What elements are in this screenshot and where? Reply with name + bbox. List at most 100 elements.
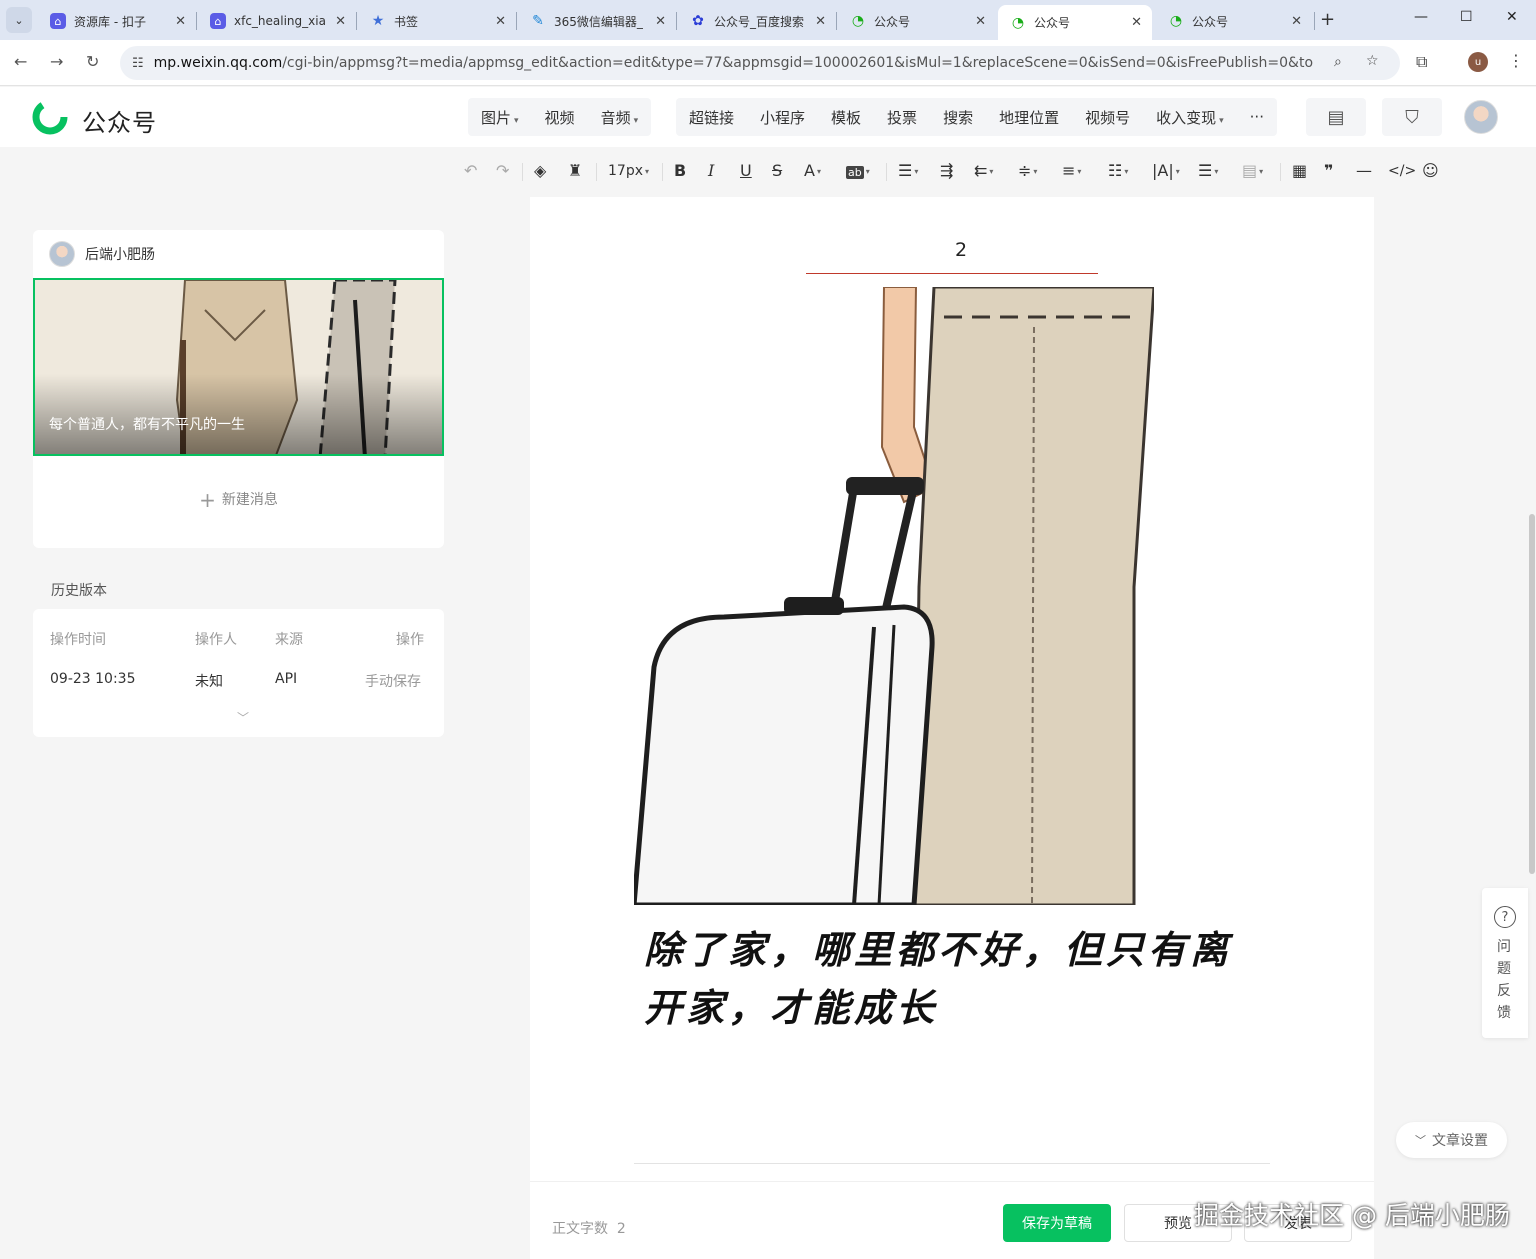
feedback-button[interactable]: ? 问题反馈 [1482, 888, 1528, 1038]
align-icon[interactable]: ☰ ▾ [898, 161, 918, 180]
bookmark-star-icon: ★ [371, 13, 385, 29]
more-icon[interactable]: ··· [1237, 108, 1277, 126]
underline-icon[interactable]: U [740, 161, 752, 180]
security-shield-icon[interactable]: ⛉ [1382, 98, 1442, 136]
insert-vote-button[interactable]: 投票 [874, 107, 930, 128]
article-editor[interactable]: 2 除了家，哪里都不好，但只有离开家，才能成长 正文字数 2 保存为草稿 预览 … [530, 197, 1374, 1259]
divider-icon[interactable]: — [1356, 161, 1372, 180]
line-height-icon[interactable]: ≑ ▾ [1018, 161, 1037, 180]
close-icon[interactable]: ✕ [975, 14, 986, 29]
forward-arrow-icon[interactable]: → [50, 52, 63, 71]
font-color-icon[interactable]: A ▾ [804, 161, 821, 180]
undo-icon[interactable]: ↶ [464, 161, 477, 180]
outdent-icon[interactable]: ⇇ ▾ [974, 161, 993, 180]
indent-icon[interactable]: ⇶ [940, 161, 953, 180]
monetization-menu[interactable]: 收入变现 ▾ [1143, 107, 1237, 128]
bookmark-star-icon[interactable]: ☆ [1366, 53, 1379, 69]
help-question-icon: ? [1494, 906, 1516, 928]
article-illustration [634, 287, 1154, 905]
browser-tab[interactable]: ⌂ xfc_healing_xia ✕ [198, 6, 356, 36]
maximize-icon[interactable]: ☐ [1460, 9, 1473, 25]
window-close-icon[interactable]: ✕ [1506, 9, 1518, 25]
close-icon[interactable]: ✕ [1131, 15, 1142, 30]
article-quote-text: 除了家，哪里都不好，但只有离开家，才能成长 [644, 927, 1233, 1030]
browser-tab[interactable]: ⌂ 资源库 - 扣子 ✕ [38, 6, 196, 36]
close-icon[interactable]: ✕ [495, 14, 506, 29]
insert-search-button[interactable]: 搜索 [930, 107, 986, 128]
browser-tab-bar: ⌄ ⌂ 资源库 - 扣子 ✕ ⌂ xfc_healing_xia ✕ ★ 书签 … [0, 0, 1536, 40]
table-icon[interactable]: ▦ [1292, 161, 1307, 180]
indent-spacing-icon[interactable]: ☷ ▾ [1108, 161, 1128, 180]
close-icon[interactable]: ✕ [1291, 14, 1302, 29]
strikethrough-icon[interactable]: S [772, 161, 782, 180]
redo-icon[interactable]: ↷ [496, 161, 509, 180]
site-settings-icon[interactable]: ☷ [132, 56, 144, 71]
clear-format-icon[interactable]: ◈ [534, 161, 546, 180]
insert-link-button[interactable]: 超链接 [676, 107, 747, 128]
browser-menu-icon[interactable]: ⋮ [1508, 51, 1524, 70]
close-icon[interactable]: ✕ [655, 14, 666, 29]
article-list-card: 后端小肥肠 每个普通人，都有不平凡的一生 + 新建消息 [33, 230, 444, 548]
list-icon[interactable]: ☰ ▾ [1198, 161, 1218, 180]
close-icon[interactable]: ✕ [815, 14, 826, 29]
code-icon[interactable]: </> [1388, 163, 1416, 179]
new-message-button[interactable]: + 新建消息 [33, 488, 444, 512]
tab-search-dropdown[interactable]: ⌄ [6, 7, 32, 33]
plus-icon: + [199, 488, 216, 512]
history-time: 09-23 10:35 [50, 671, 136, 687]
article-settings-button[interactable]: ﹀ 文章设置 [1396, 1122, 1507, 1158]
insert-audio-menu[interactable]: 音频 ▾ [588, 107, 652, 128]
address-bar: ← → ↻ ☷ mp.weixin.qq.com/cgi-bin/appmsg?… [0, 40, 1536, 86]
close-icon[interactable]: ✕ [175, 14, 186, 29]
browser-tab-active[interactable]: ◔ 公众号 ✕ [998, 5, 1152, 40]
letter-spacing-icon[interactable]: |A| ▾ [1152, 161, 1180, 180]
cover-title: 每个普通人，都有不平凡的一生 [49, 417, 245, 433]
float-icon[interactable]: ▤ ▾ [1242, 161, 1263, 180]
insert-channels-button[interactable]: 视频号 [1072, 107, 1143, 128]
baidu-icon: ✿ [692, 13, 704, 29]
format-toolbar: ↶ ↷ ◈ ♜ 17px ▾ B I U S A ▾ ab ▾ ☰ ▾ ⇶ ⇇ ▾ ≑ ▾ … [0, 147, 1536, 197]
insert-template-button[interactable]: 模板 [818, 107, 874, 128]
coze-icon: ⌂ [50, 13, 66, 29]
emoji-icon[interactable]: ☺ [1422, 161, 1439, 180]
expand-chevron-icon[interactable]: ﹀ [237, 709, 249, 726]
new-tab-plus-icon[interactable]: + [1320, 9, 1335, 30]
reload-icon[interactable]: ↻ [86, 52, 99, 71]
url-omnibox[interactable]: ☷ mp.weixin.qq.com/cgi-bin/appmsg?t=medi… [120, 46, 1400, 80]
close-icon[interactable]: ✕ [335, 14, 346, 29]
insert-miniprogram-button[interactable]: 小程序 [747, 107, 818, 128]
zoom-icon[interactable]: ⌕ [1334, 54, 1342, 70]
chevron-down-icon: ⌄ [14, 13, 24, 27]
history-action-link[interactable]: 手动保存 [365, 671, 421, 691]
minimize-icon[interactable]: — [1414, 9, 1428, 25]
insert-video-button[interactable]: 视频 [532, 107, 588, 128]
profile-avatar[interactable]: u [1468, 52, 1488, 72]
brand-title: 公众号 [82, 109, 157, 137]
browser-tab[interactable]: ✿ 公众号_百度搜索 ✕ [678, 6, 836, 36]
wechat-mp-icon: ◔ [1011, 14, 1025, 31]
browser-tab[interactable]: ★ 书签 ✕ [358, 6, 516, 36]
article-cover-item[interactable]: 每个普通人，都有不平凡的一生 [33, 278, 444, 456]
browser-tab[interactable]: ◔ 公众号 ✕ [1156, 6, 1312, 36]
bold-icon[interactable]: B [674, 161, 686, 180]
draft-box-icon[interactable]: ▤ [1306, 98, 1366, 136]
insert-location-button[interactable]: 地理位置 [986, 107, 1072, 128]
highlight-color-icon[interactable]: ab ▾ [846, 161, 870, 180]
italic-icon[interactable]: I [708, 161, 714, 180]
page-scrollbar[interactable] [1529, 514, 1535, 874]
insert-image-menu[interactable]: 图片 ▾ [468, 107, 532, 128]
url-text[interactable]: mp.weixin.qq.com/cgi-bin/appmsg?t=media/… [154, 55, 1314, 71]
browser-tab[interactable]: ◔ 公众号 ✕ [838, 6, 996, 36]
quote-icon[interactable]: ❞ [1324, 161, 1333, 180]
format-painter-icon[interactable]: ♜ [568, 161, 582, 180]
paragraph-spacing-icon[interactable]: ≡ ▾ [1062, 161, 1081, 180]
history-card: 操作时间 操作人 来源 操作 09-23 10:35 未知 API 手动保存 ﹀ [33, 609, 444, 737]
user-avatar[interactable] [1464, 100, 1498, 134]
font-size-select[interactable]: 17px ▾ [608, 163, 649, 179]
back-arrow-icon[interactable]: ← [14, 52, 27, 71]
browser-tab[interactable]: ✎ 365微信编辑器_ ✕ [518, 6, 676, 36]
extensions-icon[interactable]: ⧉ [1416, 52, 1427, 72]
save-draft-button[interactable]: 保存为草稿 [1003, 1204, 1111, 1242]
wechat-mp-logo-icon [32, 99, 68, 135]
insert-media-group: 图片 ▾ 视频 音频 ▾ [468, 98, 652, 136]
